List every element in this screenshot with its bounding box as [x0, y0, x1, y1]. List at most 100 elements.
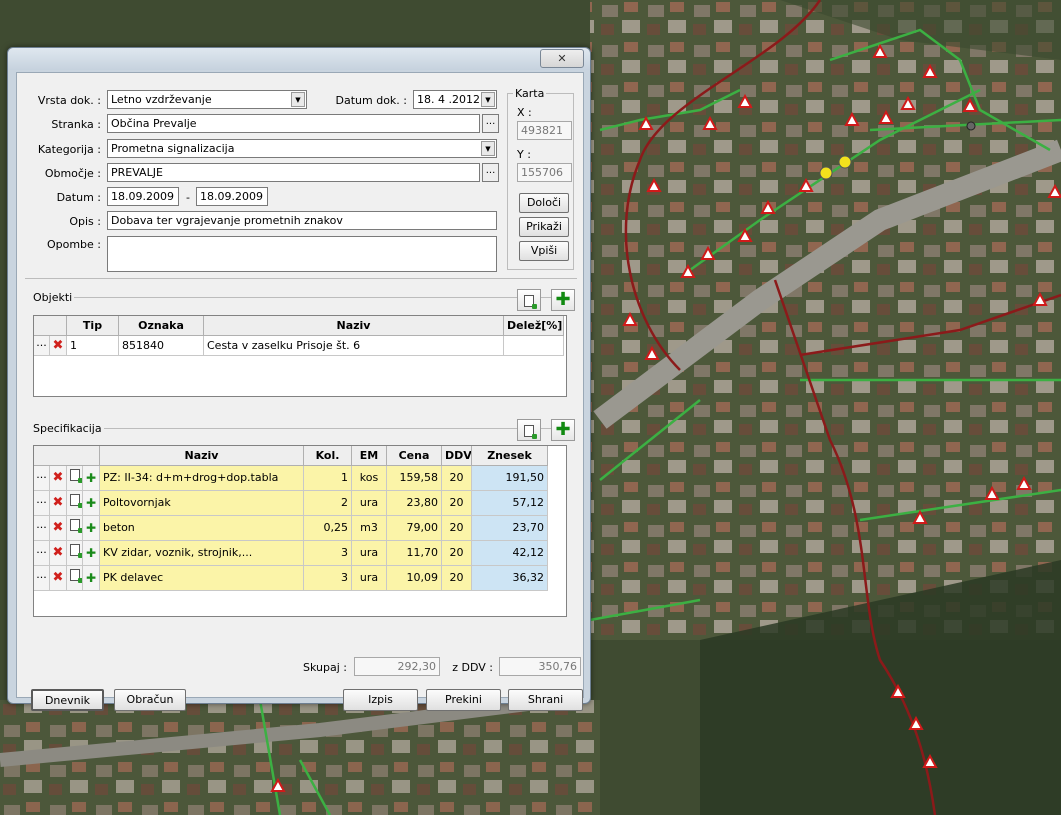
- cell-naziv: beton: [100, 516, 304, 541]
- table-row[interactable]: ··· ✖ ✚ Poltovornjak 2 ura 23,80 20 57,12: [34, 491, 566, 516]
- stranka-label: Stranka :: [51, 118, 101, 131]
- header-tip[interactable]: Tip: [67, 316, 119, 336]
- row-menu-icon[interactable]: ···: [34, 491, 50, 516]
- header-em[interactable]: EM: [352, 446, 387, 466]
- cell-naziv: PZ: II-34: d+m+drog+dop.tabla: [100, 466, 304, 491]
- table-row[interactable]: ··· ✖ ✚ KV zidar, voznik, strojnik,... 3 ura 1…: [34, 541, 566, 566]
- delete-icon[interactable]: ✖: [50, 336, 67, 356]
- row-menu-icon[interactable]: ···: [34, 541, 50, 566]
- document-icon[interactable]: [67, 541, 83, 566]
- cell-kol: 0,25: [304, 516, 352, 541]
- datum-from-field[interactable]: 18.09.2009: [107, 187, 179, 206]
- prekini-button[interactable]: Prekini: [426, 689, 501, 711]
- obmocje-browse-button[interactable]: ...: [482, 163, 499, 182]
- cell-znesek: 23,70: [472, 516, 548, 541]
- skupaj-label: Skupaj :: [303, 661, 347, 674]
- table-row[interactable]: ··· ✖ ✚ PZ: II-34: d+m+drog+dop.tabla 1 kos 15…: [34, 466, 566, 491]
- karta-x-field[interactable]: 493821: [517, 121, 572, 140]
- stranka-browse-button[interactable]: ...: [482, 114, 499, 133]
- table-row[interactable]: ··· ✖ ✚ beton 0,25 m3 79,00 20 23,70: [34, 516, 566, 541]
- document-icon[interactable]: [67, 491, 83, 516]
- window-title-bar[interactable]: ✕: [8, 48, 590, 70]
- cell-em: ura: [352, 491, 387, 516]
- row-menu-icon[interactable]: ···: [34, 466, 50, 491]
- delete-icon[interactable]: ✖: [50, 466, 67, 491]
- objekti-add-doc-button[interactable]: [517, 289, 541, 311]
- vpisi-button[interactable]: Vpiši: [519, 241, 569, 261]
- specifikacija-group-line: [31, 428, 574, 429]
- datum-dok-field[interactable]: 18. 4 .2012 ▼: [413, 90, 497, 109]
- cell-ddv: 20: [442, 541, 472, 566]
- header-cena[interactable]: Cena: [387, 446, 442, 466]
- specifikacija-add-button[interactable]: ✚: [551, 419, 575, 441]
- delete-icon[interactable]: ✖: [50, 491, 67, 516]
- document-dialog: ✕ Vrsta dok. : Letno vzdrževanje ▼ Datum…: [7, 47, 591, 711]
- shrani-button[interactable]: Shrani: [508, 689, 583, 711]
- datum-separator: -: [186, 191, 190, 204]
- row-menu-icon[interactable]: ···: [34, 336, 50, 356]
- header-kol[interactable]: Kol.: [304, 446, 352, 466]
- vrsta-dok-select[interactable]: Letno vzdrževanje ▼: [107, 90, 307, 109]
- document-icon[interactable]: [67, 566, 83, 591]
- header-znesek[interactable]: Znesek: [472, 446, 548, 466]
- header-oznaka[interactable]: Oznaka: [119, 316, 204, 336]
- dnevnik-button[interactable]: Dnevnik: [31, 689, 104, 711]
- cell-znesek: 42,12: [472, 541, 548, 566]
- document-icon[interactable]: [67, 516, 83, 541]
- objekti-add-button[interactable]: ✚: [551, 289, 575, 311]
- plus-icon[interactable]: ✚: [83, 541, 100, 566]
- header-delez[interactable]: Delež[%]: [504, 316, 564, 336]
- delete-icon[interactable]: ✖: [50, 516, 67, 541]
- delete-icon[interactable]: ✖: [50, 566, 67, 591]
- header-blank: [34, 316, 67, 336]
- document-add-icon: [524, 295, 537, 309]
- cell-em: ura: [352, 541, 387, 566]
- row-menu-icon[interactable]: ···: [34, 566, 50, 591]
- row-menu-icon[interactable]: ···: [34, 516, 50, 541]
- opombe-field[interactable]: [107, 236, 497, 272]
- header-ddv[interactable]: DDV: [442, 446, 472, 466]
- opis-field[interactable]: Dobava ter vgrajevanje prometnih znakov: [107, 211, 497, 230]
- objekti-header-row: Tip Oznaka Naziv Delež[%]: [34, 316, 566, 336]
- stranka-field[interactable]: Občina Prevalje: [107, 114, 480, 133]
- cell-ddv: 20: [442, 466, 472, 491]
- table-row[interactable]: ··· ✖ 1 851840 Cesta v zaselku Prisoje š…: [34, 336, 566, 356]
- document-icon[interactable]: [67, 466, 83, 491]
- header-naziv[interactable]: Naziv: [100, 446, 304, 466]
- zddv-field[interactable]: 350,76: [499, 657, 581, 676]
- cell-em: ura: [352, 566, 387, 591]
- chevron-down-icon[interactable]: ▼: [291, 92, 305, 107]
- header-naziv[interactable]: Naziv: [204, 316, 504, 336]
- delete-icon[interactable]: ✖: [50, 541, 67, 566]
- close-button[interactable]: ✕: [540, 49, 584, 68]
- plus-icon[interactable]: ✚: [83, 466, 100, 491]
- vrsta-dok-value: Letno vzdrževanje: [111, 93, 212, 106]
- header-blank: [34, 446, 100, 466]
- prikazi-button[interactable]: Prikaži: [519, 217, 569, 237]
- document-add-icon: [524, 425, 537, 439]
- chevron-down-icon[interactable]: ▼: [481, 141, 495, 156]
- obmocje-field[interactable]: PREVALJE: [107, 163, 480, 182]
- plus-icon[interactable]: ✚: [83, 516, 100, 541]
- karta-y-label: Y :: [517, 148, 531, 161]
- plus-icon: ✚: [555, 419, 571, 440]
- cell-naziv: PK delavec: [100, 566, 304, 591]
- cell-cena: 11,70: [387, 541, 442, 566]
- dialog-client-area: Vrsta dok. : Letno vzdrževanje ▼ Datum d…: [16, 72, 584, 711]
- izpis-button[interactable]: Izpis: [343, 689, 418, 711]
- plus-icon[interactable]: ✚: [83, 491, 100, 516]
- obracun-button[interactable]: Obračun: [114, 689, 186, 711]
- objekti-group-line: [31, 297, 574, 298]
- zddv-label: z DDV :: [452, 661, 493, 674]
- kategorija-select[interactable]: Prometna signalizacija ▼: [107, 139, 497, 158]
- datum-to-field[interactable]: 18.09.2009: [196, 187, 268, 206]
- doloci-button[interactable]: Določi: [519, 193, 569, 213]
- karta-y-field[interactable]: 155706: [517, 163, 572, 182]
- cell-kol: 3: [304, 566, 352, 591]
- plus-icon[interactable]: ✚: [83, 566, 100, 591]
- calendar-dropdown-icon[interactable]: ▼: [481, 92, 495, 107]
- table-row[interactable]: ··· ✖ ✚ PK delavec 3 ura 10,09 20 36,32: [34, 566, 566, 591]
- specifikacija-add-doc-button[interactable]: [517, 419, 541, 441]
- skupaj-field[interactable]: 292,30: [354, 657, 440, 676]
- objekti-table: Tip Oznaka Naziv Delež[%] ··· ✖ 1 851840…: [33, 315, 567, 397]
